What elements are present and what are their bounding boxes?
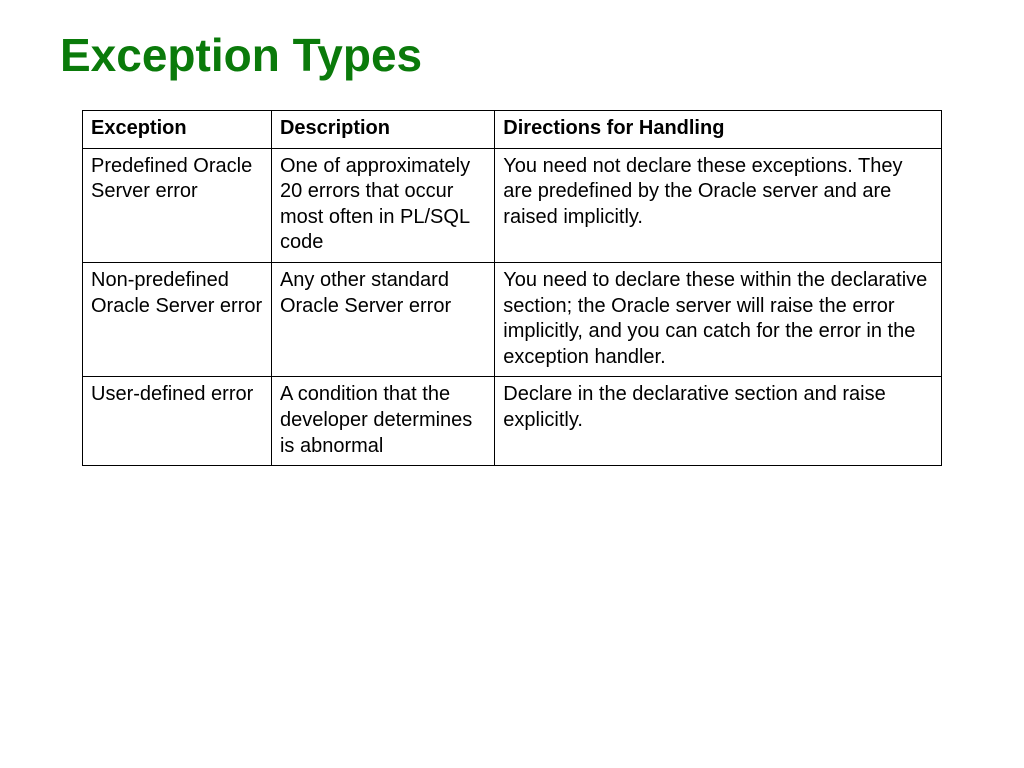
exception-types-table: Exception Description Directions for Han…	[82, 110, 942, 466]
table-container: Exception Description Directions for Han…	[58, 110, 966, 466]
header-exception: Exception	[83, 111, 272, 149]
table-row: Predefined Oracle Server error One of ap…	[83, 148, 942, 262]
header-description: Description	[271, 111, 494, 149]
cell-directions: You need to declare these within the dec…	[495, 262, 942, 376]
table-row: Non-predefined Oracle Server error Any o…	[83, 262, 942, 376]
cell-description: One of approximately 20 errors that occu…	[271, 148, 494, 262]
header-directions: Directions for Handling	[495, 111, 942, 149]
cell-directions: You need not declare these exceptions. T…	[495, 148, 942, 262]
cell-exception: User-defined error	[83, 377, 272, 466]
cell-description: Any other standard Oracle Server error	[271, 262, 494, 376]
table-header-row: Exception Description Directions for Han…	[83, 111, 942, 149]
cell-exception: Non-predefined Oracle Server error	[83, 262, 272, 376]
page-title: Exception Types	[60, 28, 966, 82]
cell-description: A condition that the developer determine…	[271, 377, 494, 466]
cell-exception: Predefined Oracle Server error	[83, 148, 272, 262]
cell-directions: Declare in the declarative section and r…	[495, 377, 942, 466]
table-row: User-defined error A condition that the …	[83, 377, 942, 466]
